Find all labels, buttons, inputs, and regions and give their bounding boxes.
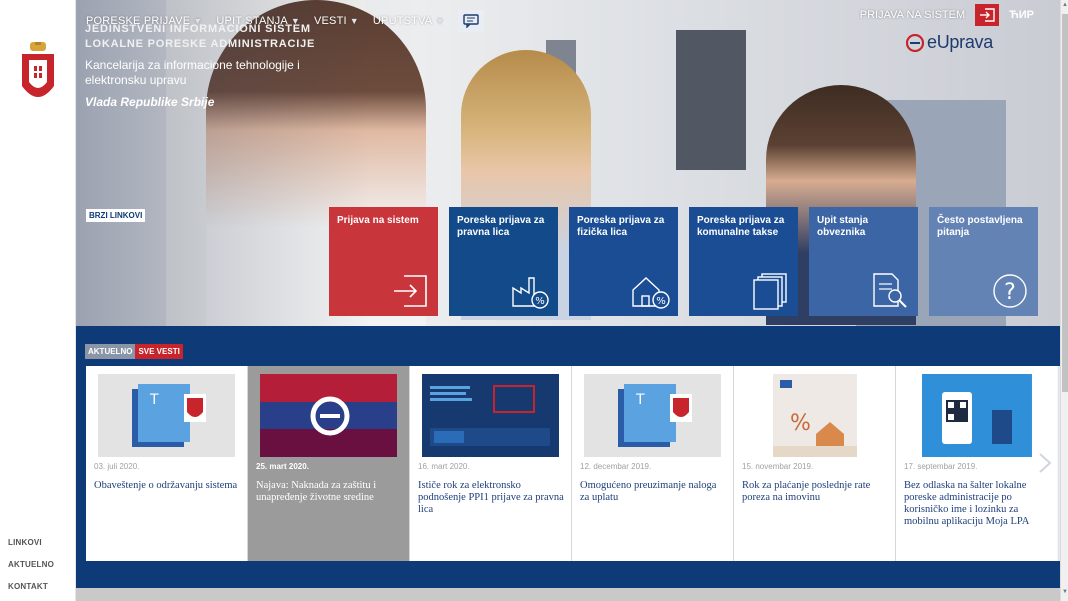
rail-links: LINKOVI AKTUELNO KONTAKT bbox=[8, 538, 54, 601]
chat-button[interactable] bbox=[458, 10, 485, 32]
tile-faq[interactable]: Često postavljena pitanja ? bbox=[929, 207, 1038, 316]
euprava-logo-icon bbox=[906, 33, 924, 52]
mobile-app-thumbnail bbox=[908, 374, 1045, 457]
news-card[interactable]: T 12. decembar 2019. Omogućeno preuziman… bbox=[572, 366, 734, 561]
tile-label: Poreska prijava za komunalne takse bbox=[697, 215, 785, 238]
nav-label: UPIT STANJA bbox=[216, 15, 288, 27]
news-card[interactable]: 16. mart 2020. Ističe rok za elektronsko… bbox=[410, 366, 572, 561]
news-title[interactable]: Ističe rok za elektronsko podnošenje PPI… bbox=[418, 480, 565, 516]
tile-login[interactable]: Prijava na sistem bbox=[329, 207, 438, 316]
nav-vesti[interactable]: VESTI ▼ bbox=[314, 15, 359, 27]
news-date: 16. mart 2020. bbox=[418, 462, 470, 471]
news-cards: T 03. juli 2020. Obaveštenje o održavanj… bbox=[86, 366, 1058, 561]
chevron-right-icon[interactable] bbox=[1036, 452, 1054, 474]
news-card[interactable]: 25. mart 2020. Najava: Naknada za zaštit… bbox=[248, 366, 410, 561]
document-crest-thumbnail: T bbox=[98, 374, 235, 457]
news-title[interactable]: Omogućeno preuzimanje naloga za uplatu bbox=[580, 480, 727, 504]
chevron-down-icon: ▼ bbox=[435, 16, 445, 26]
svg-text:%: % bbox=[535, 296, 545, 307]
login-arrow-icon bbox=[980, 8, 995, 22]
poster-thumbnail bbox=[422, 374, 559, 457]
login-button[interactable] bbox=[975, 4, 1000, 26]
scroll-up-arrow-icon[interactable]: ▲ bbox=[1061, 2, 1068, 12]
document-crest-thumbnail: T bbox=[584, 374, 721, 457]
news-title[interactable]: Obaveštenje o održavanju sistema bbox=[94, 480, 241, 492]
login-arrow-icon bbox=[394, 275, 427, 307]
main-nav: PORESKE PRIJAVE ▼ UPIT STANJA ▼ VESTI ▼ … bbox=[86, 10, 485, 32]
svg-text:%: % bbox=[656, 296, 666, 307]
serbian-coat-of-arms-icon[interactable] bbox=[20, 42, 56, 108]
news-date: 17. septembar 2019. bbox=[904, 462, 978, 471]
svg-text:T: T bbox=[635, 392, 645, 408]
page-scrollbar[interactable]: ▲ ▼ bbox=[1060, 0, 1068, 601]
euprava-text: eUprava bbox=[927, 32, 993, 52]
nav-label: UPUTSTVA bbox=[372, 15, 433, 27]
news-date: 15. novembar 2019. bbox=[742, 462, 814, 471]
news-date: 25. mart 2020. bbox=[256, 462, 309, 471]
language-switch[interactable]: ЋИР bbox=[1009, 9, 1034, 21]
tile-label: Poreska prijava za pravna lica bbox=[457, 215, 545, 238]
nav-uputstva[interactable]: UPUTSTVA ▼ bbox=[373, 15, 445, 27]
org-government: Vlada Republike Srbije bbox=[85, 95, 215, 109]
tab-sve-vesti[interactable]: SVE VESTI bbox=[135, 344, 183, 359]
chat-bubble-icon bbox=[463, 14, 480, 28]
tile-label: Upit stanja obveznika bbox=[817, 215, 869, 238]
rail-link-linkovi[interactable]: LINKOVI bbox=[8, 538, 54, 560]
footer-strip bbox=[76, 588, 1060, 601]
nav-label: PORESKE PRIJAVE bbox=[86, 15, 191, 27]
left-rail: LINKOVI AKTUELNO KONTAKT bbox=[0, 0, 76, 601]
question-circle-icon: ? bbox=[993, 274, 1027, 308]
tab-aktuelno[interactable]: AKTUELNO bbox=[85, 344, 136, 359]
nav-upit-stanja[interactable]: UPIT STANJA ▼ bbox=[216, 15, 300, 27]
document-search-icon bbox=[873, 273, 907, 308]
tile-taxpayer-status[interactable]: Upit stanja obveznika bbox=[809, 207, 918, 316]
tile-label: Poreska prijava za fizička lica bbox=[577, 215, 665, 238]
login-link[interactable]: PRIJAVA NA SISTEM bbox=[860, 9, 965, 21]
chevron-down-icon: ▼ bbox=[290, 16, 300, 26]
nav-poreske-prijave[interactable]: PORESKE PRIJAVE ▼ bbox=[86, 15, 202, 27]
rail-link-aktuelno[interactable]: AKTUELNO bbox=[8, 560, 54, 582]
documents-stack-icon bbox=[753, 273, 787, 310]
news-card[interactable]: % 15. novembar 2019. Rok za plaćanje pos… bbox=[734, 366, 896, 561]
scroll-thumb[interactable] bbox=[1062, 14, 1068, 392]
factory-percent-icon: % bbox=[512, 277, 549, 309]
quick-links-label: BRZI LINKOVI bbox=[86, 209, 146, 222]
org-heading: JEDINSTVENI INFORMACIONI SISTEM LOKALNE … bbox=[85, 22, 325, 109]
nav-label: VESTI bbox=[313, 15, 347, 27]
scroll-down-arrow-icon[interactable]: ▼ bbox=[1061, 589, 1068, 599]
svg-text:?: ? bbox=[1004, 280, 1016, 305]
chevron-down-icon: ▼ bbox=[193, 16, 203, 26]
org-name-line2: LOKALNE PORESKE ADMINISTRACIJE bbox=[85, 38, 316, 50]
login-area: PRIJAVA NA SISTEM ЋИР bbox=[860, 4, 1034, 26]
news-date: 03. juli 2020. bbox=[94, 462, 140, 471]
tile-legal-entities[interactable]: Poreska prijava za pravna lica % bbox=[449, 207, 558, 316]
rail-link-kontakt[interactable]: KONTAKT bbox=[8, 582, 54, 601]
svg-text:T: T bbox=[149, 392, 159, 408]
tile-label: Često postavljena pitanja bbox=[937, 215, 1023, 238]
tile-natural-persons[interactable]: Poreska prijava za fizička lica % bbox=[569, 207, 678, 316]
euprava-brand[interactable]: eUprava bbox=[906, 32, 993, 53]
news-title[interactable]: Bez odlaska na šalter lokalne poreske ad… bbox=[904, 480, 1051, 528]
news-tabs: AKTUELNO SVE VESTI bbox=[85, 344, 183, 359]
chevron-down-icon: ▼ bbox=[349, 16, 359, 26]
tile-label: Prijava na sistem bbox=[337, 215, 419, 226]
tile-communal-taxes[interactable]: Poreska prijava za komunalne takse bbox=[689, 207, 798, 316]
news-title[interactable]: Rok za plaćanje poslednje rate poreza na… bbox=[742, 480, 889, 504]
house-percent-icon: % bbox=[632, 277, 670, 309]
tax-house-thumbnail: % bbox=[746, 374, 883, 457]
org-subtitle: Kancelarija za informacione tehnologije … bbox=[85, 58, 300, 87]
flag-logo-thumbnail bbox=[260, 374, 397, 457]
svg-text:%: % bbox=[790, 411, 811, 436]
news-title[interactable]: Najava: Naknada za zaštitu i unapređenje… bbox=[256, 480, 403, 504]
news-date: 12. decembar 2019. bbox=[580, 462, 652, 471]
news-card[interactable]: T 03. juli 2020. Obaveštenje o održavanj… bbox=[86, 366, 248, 561]
